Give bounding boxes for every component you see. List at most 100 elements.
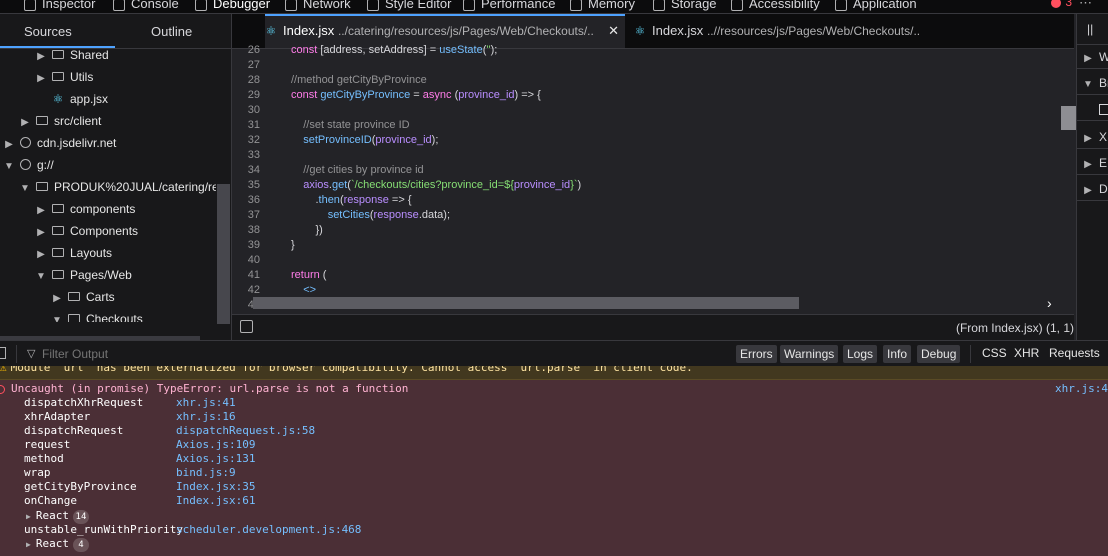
folder-icon (52, 72, 64, 82)
event-listeners-section[interactable]: ▶ E (1077, 152, 1108, 175)
style-editor-icon (367, 0, 379, 11)
expand-triangle-icon: ▶ (26, 540, 31, 549)
stack-frame[interactable]: dispatchRequest dispatchRequest.js:58 (24, 424, 315, 438)
console-icon (113, 0, 125, 11)
globe-icon (20, 137, 31, 149)
chevron-right-icon: ▶ (1084, 159, 1092, 170)
tab-accessibility[interactable]: Accessibility (731, 0, 820, 13)
network-icon (285, 0, 297, 11)
dom-mutation-section[interactable]: ▶ D (1077, 178, 1108, 201)
chevron-down-icon: ▼ (36, 271, 46, 282)
filter-requests-button[interactable]: Requests (1049, 346, 1100, 360)
sources-sidebar: Sources Outline ▶ Shared ▶ Utils ⚛ app.jsx … (0, 14, 232, 350)
chevron-right-icon: ▶ (37, 51, 45, 62)
tab-style-editor[interactable]: Style Editor (367, 0, 451, 13)
error-icon (0, 384, 5, 394)
filter-info-button[interactable]: Info (883, 345, 912, 363)
tab-network[interactable]: Network (285, 0, 351, 13)
console-toolbar: ▽ Errors Warnings Logs Info Debug CSS XH… (0, 340, 1108, 368)
tab-debugger[interactable]: Debugger (195, 0, 270, 13)
tree-item[interactable]: ▶ src/client (20, 110, 101, 132)
watch-section[interactable]: ▶W (1077, 46, 1108, 69)
filter-logs-button[interactable]: Logs (843, 345, 878, 363)
stack-frame[interactable]: xhrAdapter xhr.js:16 (24, 410, 236, 424)
stack-frame[interactable]: request Axios.js:109 (24, 438, 255, 452)
tree-item[interactable]: ▼ Pages/Web (36, 264, 132, 286)
tab-outline[interactable]: Outline (151, 24, 192, 39)
sidebar-vertical-scrollbar[interactable] (217, 184, 230, 324)
tree-item[interactable]: ▼ Checkouts (52, 308, 143, 322)
divider (970, 345, 971, 363)
stack-frame[interactable]: dispatchXhrRequest xhr.js:41 (24, 396, 236, 410)
error-icon (1051, 0, 1062, 8)
tree-item[interactable]: ▶ Carts (52, 286, 115, 308)
tree-item[interactable]: ▶ cdn.jsdelivr.net (4, 132, 116, 154)
folder-icon (36, 182, 48, 192)
checkbox[interactable] (1099, 104, 1108, 116)
react-frames-group[interactable]: ▶ React 4 (26, 536, 89, 552)
stack-frame[interactable]: wrap bind.js:9 (24, 466, 236, 480)
error-message[interactable]: Uncaught (in promise) TypeError: url.par… (0, 381, 1108, 397)
chevron-right-icon: ▶ (37, 249, 45, 260)
tree-item[interactable]: ⚛ app.jsx (52, 88, 108, 110)
tree-item[interactable]: ▶ components (36, 198, 135, 220)
code-area[interactable]: 26 const [address, setAddress] = useState… (232, 43, 1060, 311)
scroll-right-icon[interactable]: › (1047, 295, 1052, 311)
tree-item[interactable]: ▶ Utils (36, 66, 93, 88)
memory-icon (570, 0, 582, 11)
tree-item[interactable]: ▼PRODUK%20JUAL/catering/resources (20, 176, 216, 198)
filter-errors-button[interactable]: Errors (736, 345, 777, 363)
editor-horizontal-scrollbar[interactable] (253, 297, 799, 309)
react-file-icon: ⚛ (265, 24, 277, 38)
tab-console[interactable]: Console (113, 0, 179, 13)
performance-icon (463, 0, 475, 11)
divider (16, 345, 17, 363)
debugger-right-panel: || ▶W ▼Br ▶X ▶E ▶D (1076, 14, 1108, 340)
close-tab-icon[interactable]: ✕ (608, 16, 619, 46)
pause-icon[interactable]: || (1087, 22, 1093, 36)
folder-icon (52, 226, 64, 236)
tab-sources[interactable]: Sources (24, 24, 72, 39)
stack-frame[interactable]: onChange Index.jsx:61 (24, 494, 255, 508)
chevron-right-icon: ▶ (37, 205, 45, 216)
breakpoints-section[interactable]: ▼Br (1077, 72, 1108, 95)
stack-frame[interactable]: getCityByProvince Index.jsx:35 (24, 480, 255, 494)
react-frames-group[interactable]: ▶ React 14 (26, 508, 89, 524)
console-output: ⚠ Module "url" has been externalized for … (0, 366, 1108, 556)
folder-icon (68, 292, 80, 302)
tree-item[interactable]: ▼ g:// (4, 154, 54, 176)
prettify-icon[interactable] (240, 320, 253, 333)
application-icon (835, 0, 847, 11)
error-count-badge[interactable]: 3 (1051, 0, 1072, 9)
pause-controls[interactable]: || (1077, 14, 1108, 45)
tab-performance[interactable]: Performance (463, 0, 555, 13)
tab-inspector[interactable]: Inspector (24, 0, 95, 13)
tab-storage[interactable]: Storage (653, 0, 717, 13)
folder-icon (36, 116, 48, 126)
inspector-icon (24, 0, 36, 11)
source-editor: ⚛ Index.jsx ../catering/resources/js/Page… (232, 14, 1074, 340)
xhr-breakpoints-section[interactable]: ▶ X (1077, 126, 1108, 149)
stack-frame[interactable]: method Axios.js:131 (24, 452, 255, 466)
clear-console-icon[interactable] (0, 347, 6, 359)
filter-css-button[interactable]: CSS (982, 346, 1007, 360)
more-options-icon[interactable]: ⋯ (1079, 0, 1092, 11)
chevron-right-icon: ▶ (53, 293, 61, 304)
tab-application[interactable]: Application (835, 0, 917, 13)
globe-icon (20, 159, 31, 171)
filter-warnings-button[interactable]: Warnings (780, 345, 839, 363)
tree-item[interactable]: ▶ Layouts (36, 242, 112, 264)
stack-frame[interactable]: unstable_runWithPriorityscheduler.develo… (24, 523, 361, 537)
tree-item[interactable]: ▶ Shared (36, 44, 109, 66)
error-source-link[interactable]: xhr.js:4 (1055, 381, 1108, 397)
frame-count-badge: 4 (72, 538, 89, 552)
tree-item[interactable]: ▶ Components (36, 220, 138, 242)
editor-vertical-scrollbar[interactable] (1061, 106, 1076, 130)
filter-debug-button[interactable]: Debug (917, 345, 961, 363)
filter-output-input[interactable] (40, 346, 344, 362)
folder-icon (52, 248, 64, 258)
folder-icon (68, 314, 80, 322)
tab-memory[interactable]: Memory (570, 0, 635, 13)
breakpoint-checkbox-row[interactable] (1077, 98, 1108, 121)
filter-xhr-button[interactable]: XHR (1014, 346, 1039, 360)
